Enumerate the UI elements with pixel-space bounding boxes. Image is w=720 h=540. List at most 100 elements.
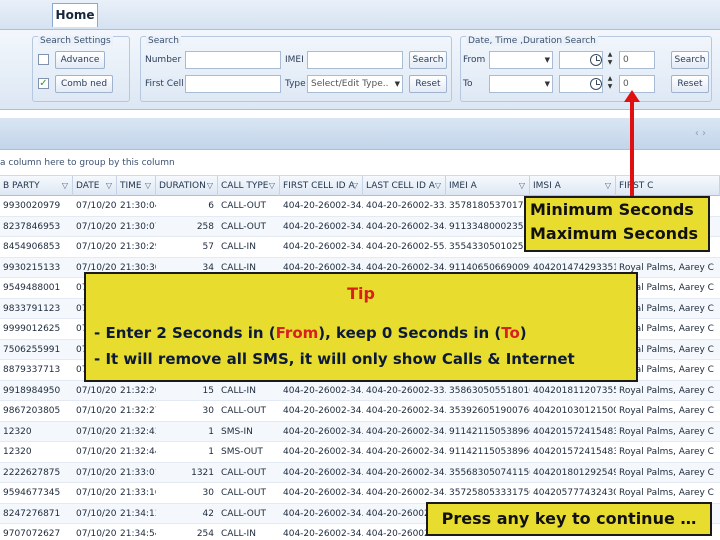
cell-date: 07/10/2015 xyxy=(76,529,117,539)
cell-duration: 254 xyxy=(196,529,214,539)
column-header-date[interactable]: DATE ▽ xyxy=(73,176,117,196)
filter-icon[interactable]: ▽ xyxy=(435,176,441,196)
cell-imei: 355433050102550 xyxy=(449,242,530,252)
to-time-spinner[interactable]: ▲ ▼ xyxy=(605,75,615,93)
column-label: DATE xyxy=(76,181,100,191)
cell-date: 07/10/2015 xyxy=(76,221,117,232)
cell-date: 07/10/2015 xyxy=(76,447,117,457)
to-time-input[interactable] xyxy=(559,75,603,93)
from-date-input[interactable]: ▼ xyxy=(489,51,553,69)
cell-last-cell-id: 404-20-26002-55... xyxy=(366,242,446,252)
cell-time: 21:33:16 xyxy=(120,488,156,498)
column-label: CALL TYPE xyxy=(221,181,269,191)
column-label: IMSI A xyxy=(533,181,561,191)
column-header-time[interactable]: TIME ▽ xyxy=(117,176,156,196)
filter-icon[interactable]: ▽ xyxy=(106,176,112,196)
filter-icon[interactable]: ▽ xyxy=(269,176,275,196)
table-row[interactable]: 9867203805 07/10/201521:32:27 30 CALL-OUT 40… xyxy=(0,401,720,422)
cell-first-cell: Royal Palms, Aarey C xyxy=(619,467,714,478)
cell-first-cell: Royal Palms, Aarey C xyxy=(619,426,714,437)
advance-button[interactable]: Advance xyxy=(55,51,105,69)
column-label: FIRST C xyxy=(619,181,654,191)
filter-icon[interactable]: ▽ xyxy=(519,176,525,196)
combined-checkbox[interactable]: ✓ xyxy=(38,78,49,89)
cell-call-type: SMS-IN xyxy=(221,426,253,437)
advance-checkbox[interactable] xyxy=(38,54,49,65)
filter-icon[interactable]: ▽ xyxy=(145,176,151,196)
column-header-b-party[interactable]: B PARTY ▽ xyxy=(0,176,73,196)
cell-duration: 15 xyxy=(202,385,214,396)
cell-time: 21:34:13 xyxy=(120,508,156,519)
cell-time: 21:34:54 xyxy=(120,529,156,539)
cell-b-party: 8237846953 xyxy=(3,221,61,232)
cell-time: 21:32:27 xyxy=(120,406,156,416)
column-header-imei[interactable]: IMEI A ▽ xyxy=(446,176,530,196)
table-row[interactable]: 12320 07/10/201521:32:43 1 SMS-IN 404-20-260… xyxy=(0,421,720,442)
number-input[interactable] xyxy=(185,51,281,69)
column-label: IMEI A xyxy=(449,181,477,191)
tip-line-2: - It will remove all SMS, it will only s… xyxy=(94,350,575,368)
table-row[interactable]: 2222627875 07/10/201521:33:01 1321 CALL-OUT… xyxy=(0,462,720,483)
cell-call-type: CALL-OUT xyxy=(221,201,266,211)
press-any-key-prompt[interactable]: Press any key to continue … xyxy=(426,502,712,536)
first-cell-input[interactable] xyxy=(185,75,281,93)
tip-to-word: To xyxy=(501,324,520,342)
filter-icon[interactable]: ▽ xyxy=(352,176,358,196)
cell-duration: 6 xyxy=(208,201,214,211)
reset-button[interactable]: Reset xyxy=(409,75,447,93)
date-search-button[interactable]: Search xyxy=(671,51,709,69)
column-label: FIRST CELL ID A xyxy=(283,181,355,191)
cell-duration: 30 xyxy=(202,488,214,498)
table-row[interactable]: 9594677345 07/10/201521:33:16 30 CALL-OUT 40… xyxy=(0,483,720,504)
cell-time: 21:33:01 xyxy=(120,467,156,478)
tab-scroll-arrows[interactable]: ‹ › xyxy=(695,128,706,139)
from-seconds-input[interactable]: 0 xyxy=(619,51,655,69)
search-button[interactable]: Search xyxy=(409,51,447,69)
tab-home[interactable]: Home xyxy=(52,3,98,27)
chevron-down-icon: ▼ xyxy=(544,56,550,64)
from-label: From xyxy=(463,55,486,65)
group-title: Date, Time ,Duration Search xyxy=(466,36,598,46)
date-reset-button[interactable]: Reset xyxy=(671,75,709,93)
cell-first-cell: Royal Palms, Aarey C xyxy=(619,406,714,416)
date-time-duration-group: Date, Time ,Duration Search From ▼ ▲ ▼ 0 … xyxy=(460,36,712,102)
cell-first-cell-id: 404-20-26002-34... xyxy=(283,201,363,211)
cell-first-cell-id: 404-20-26002-34... xyxy=(283,242,363,252)
group-title: Search Settings xyxy=(38,36,113,46)
column-header-call-type[interactable]: CALL TYPE ▽ xyxy=(218,176,280,196)
cell-last-cell-id: 404-20-26002-34... xyxy=(366,426,446,437)
from-time-spinner[interactable]: ▲ ▼ xyxy=(605,51,615,69)
cell-b-party: 12320 xyxy=(3,447,32,457)
type-placeholder: Select/Edit Type.. xyxy=(311,79,389,89)
tip-text: ), keep 0 Seconds in ( xyxy=(318,324,502,342)
cell-last-cell-id: 404-20-26002-34... xyxy=(366,467,446,478)
imei-input[interactable] xyxy=(307,51,403,69)
cell-first-cell-id: 404-20-26002-34... xyxy=(283,529,363,539)
to-date-input[interactable]: ▼ xyxy=(489,75,553,93)
filter-icon[interactable]: ▽ xyxy=(605,176,611,196)
combined-button[interactable]: Comb ned xyxy=(55,75,113,93)
column-header-imsi[interactable]: IMSI A ▽ xyxy=(530,176,616,196)
table-row[interactable]: 9918984950 07/10/201521:32:26 15 CALL-IN 404… xyxy=(0,380,720,401)
column-header-first-cell-id[interactable]: FIRST CELL ID A ▽ xyxy=(280,176,363,196)
cell-imsi: 404201572415483 xyxy=(533,426,616,437)
table-row[interactable]: 12320 07/10/201521:32:44 1 SMS-OUT 404-20-26… xyxy=(0,442,720,463)
filter-icon[interactable]: ▽ xyxy=(207,176,213,196)
group-by-panel[interactable]: a column here to group by this column xyxy=(0,150,720,176)
column-header-last-cell-id[interactable]: LAST CELL ID A ▽ xyxy=(363,176,446,196)
cell-first-cell-id: 404-20-26002-34... xyxy=(283,406,363,416)
type-select[interactable]: Select/Edit Type.. ▼ xyxy=(307,75,403,93)
column-header-duration[interactable]: DURATION ▽ xyxy=(156,176,218,196)
cell-last-cell-id: 404-20-26002-33... xyxy=(366,385,446,396)
cell-last-cell-id: 404-20-26002-34... xyxy=(366,488,446,498)
tip-line-1: - Enter 2 Seconds in (From), keep 0 Seco… xyxy=(94,324,527,342)
cell-date: 07/10/2015 xyxy=(76,488,117,498)
chevron-down-icon: ▼ xyxy=(544,80,550,88)
cell-duration: 258 xyxy=(196,221,214,232)
cell-time: 21:32:43 xyxy=(120,426,156,437)
filter-icon[interactable]: ▽ xyxy=(62,176,68,196)
cell-first-cell-id: 404-20-26002-34... xyxy=(283,467,363,478)
from-time-input[interactable] xyxy=(559,51,603,69)
cell-imei: 353926051900760 xyxy=(449,406,530,416)
cell-imsi: 404205777432430 xyxy=(533,488,616,498)
